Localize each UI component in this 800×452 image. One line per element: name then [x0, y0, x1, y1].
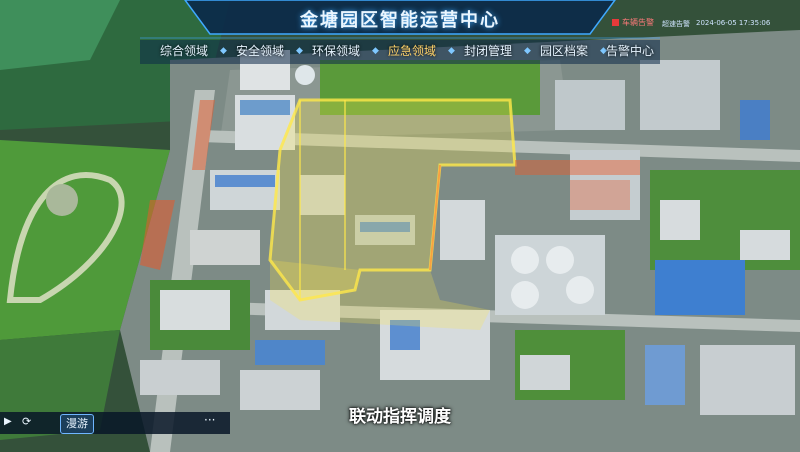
vehicle-alarm-indicator[interactable]: 车辆告警: [612, 17, 654, 28]
tab-emergency[interactable]: 应急领域: [382, 40, 442, 62]
tab-separator-icon: ◆: [220, 46, 227, 56]
tab-separator-icon: ◆: [448, 46, 455, 56]
alarm-label: 车辆告警: [622, 18, 654, 27]
main-nav: 综合领域 ◆ 安全领域 ◆ 环保领域 ◆ 应急领域 ◆ 封闭管理 ◆ 园区档案 …: [140, 40, 660, 64]
park-3d-map[interactable]: [0, 0, 800, 452]
overspeed-alarm-label[interactable]: 超速告警: [662, 19, 690, 29]
tab-separator-icon: ◆: [372, 46, 379, 56]
datetime-display: 2024-06-05 17:35:06: [696, 19, 771, 27]
tab-closed-management[interactable]: 封闭管理: [458, 40, 518, 62]
alarm-icon: [612, 19, 619, 26]
tab-park-archive[interactable]: 园区档案: [534, 40, 594, 62]
page-title: 金塘园区智能运营中心: [300, 10, 500, 31]
tab-alarm-center[interactable]: 告警中心: [600, 40, 660, 62]
tab-separator-icon: ◆: [296, 46, 303, 56]
tab-separator-icon: ◆: [524, 46, 531, 56]
tab-environment[interactable]: 环保领域: [306, 40, 366, 62]
tab-safety[interactable]: 安全领域: [230, 40, 290, 62]
header-title-bar: 金塘园区智能运营中心: [200, 0, 600, 40]
tab-comprehensive[interactable]: 综合领域: [154, 40, 214, 62]
video-caption: 联动指挥调度: [349, 407, 451, 427]
